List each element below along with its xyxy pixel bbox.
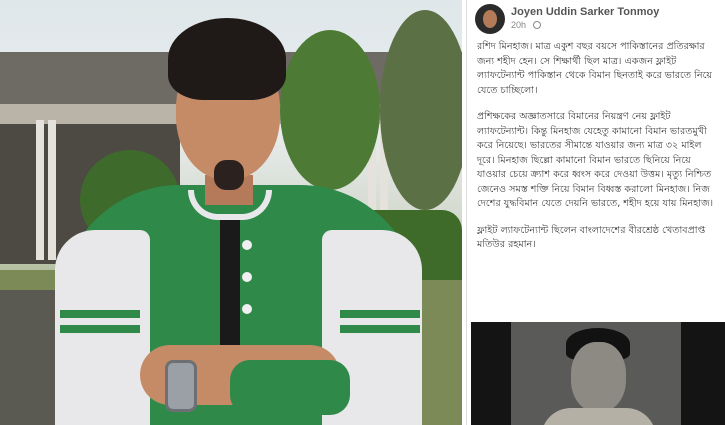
author-avatar[interactable] — [475, 4, 505, 34]
avatar-face — [483, 10, 497, 28]
profile-photo — [0, 0, 462, 425]
post-paragraph: রশিদ মিনহাজ। মাত্র একুশ বছর বয়সে পাকিস্… — [477, 41, 713, 96]
sleeve-stripe — [60, 325, 140, 333]
post-header: Joyen Uddin Sarker Tonmoy 20h — [467, 0, 725, 38]
tree — [280, 30, 380, 190]
pillar — [48, 120, 56, 260]
portrait-uniform — [541, 408, 656, 425]
post-time[interactable]: 20h — [511, 20, 526, 30]
post-paragraph: প্রশিক্ষকের অজ্ঞাতসারে বিমানের নিয়ন্ত্র… — [477, 111, 714, 209]
wristwatch — [165, 360, 197, 412]
portrait-face — [571, 342, 626, 412]
post-attached-photo[interactable] — [471, 322, 725, 425]
sleeve-stripe — [340, 325, 420, 333]
post-paragraph: ফ্লাইট ল্যাফটেন্যান্ট ছিলেন বাংলাদেশের ব… — [477, 224, 706, 251]
beard — [214, 160, 244, 190]
jacket-button — [242, 240, 252, 250]
jacket-button — [242, 272, 252, 282]
jacket-button — [242, 304, 252, 314]
hair — [168, 18, 286, 100]
post-body: রশিদ মিনহাজ। মাত্র একুশ বছর বয়সে পাকিস্… — [477, 40, 721, 265]
author-name[interactable]: Joyen Uddin Sarker Tonmoy — [511, 6, 659, 18]
tree — [380, 10, 462, 210]
pillar — [36, 120, 44, 260]
crossed-arm-sleeve — [230, 360, 350, 415]
sleeve-stripe — [60, 310, 140, 318]
shirt — [220, 215, 240, 345]
social-post: Joyen Uddin Sarker Tonmoy 20h রশিদ মিনহা… — [466, 0, 725, 425]
post-meta: 20h — [511, 20, 541, 30]
sleeve-stripe — [340, 310, 420, 318]
globe-icon — [532, 21, 541, 29]
